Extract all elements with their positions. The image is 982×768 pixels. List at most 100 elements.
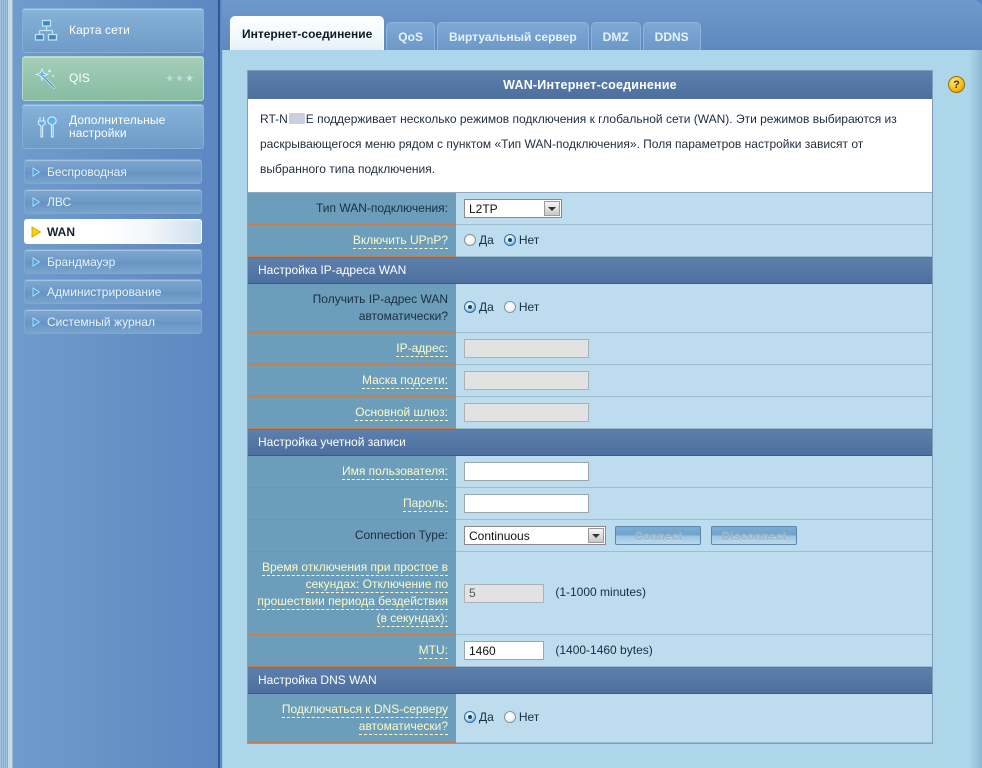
disconnect-button[interactable]: Disconnect	[710, 526, 798, 545]
section-header-row: Настройка DNS WAN	[248, 666, 932, 694]
wan-type-cell: L2TP	[456, 193, 932, 225]
default-gateway-label: Основной шлюз:	[248, 396, 456, 429]
password-cell	[456, 487, 932, 520]
tab-qos[interactable]: QoS	[386, 22, 435, 50]
tab-internet-connection[interactable]: Интернет-соединение	[230, 16, 385, 50]
table-row: MTU: (1400-1460 bytes)	[248, 634, 932, 667]
sidebar-item-wan[interactable]: WAN	[24, 219, 202, 244]
sidebar-item-administration[interactable]: Администрирование	[24, 279, 202, 304]
auto-ip-no-label: Нет	[518, 300, 540, 314]
ip-address-input[interactable]	[464, 339, 589, 358]
tab-strip: Интернет-соединение QoS Виртуальный серв…	[222, 0, 982, 50]
connection-type-select[interactable]: Continuous	[464, 526, 606, 545]
sidebar-item-label: Системный журнал	[47, 314, 155, 329]
tab-label: QoS	[398, 29, 423, 44]
chevron-right-icon	[25, 166, 47, 177]
table-row: Имя пользователя:	[248, 455, 932, 488]
table-row: Пароль:	[248, 487, 932, 520]
tab-ddns[interactable]: DDNS	[642, 22, 701, 50]
sidebar-subnav: Беспроводная ЛВС WAN Брандмауэр Админист…	[22, 159, 204, 334]
default-gateway-input[interactable]	[464, 403, 589, 422]
password-input[interactable]	[464, 494, 589, 513]
idle-timeout-label-text: Время отключения при простое в секундах:…	[257, 560, 448, 627]
chevron-right-icon	[25, 225, 47, 238]
sidebar-item-firewall[interactable]: Брандмауэр	[24, 249, 202, 274]
tab-label: DMZ	[602, 29, 629, 44]
connection-type-cell: Continuous Connect Disconnect	[456, 519, 932, 552]
sidebar-item-wireless[interactable]: Беспроводная	[24, 159, 202, 184]
auto-dns-label-text: Подключаться к DNS-серверу автоматически…	[281, 702, 448, 735]
idle-timeout-input[interactable]	[464, 583, 544, 603]
password-label: Пароль:	[248, 487, 456, 520]
mtu-input[interactable]	[464, 641, 544, 660]
sidebar-item-advanced-settings[interactable]: Дополнительные настройки	[22, 104, 204, 149]
sidebar-item-label: QIS	[69, 71, 90, 85]
window-left-edge	[0, 0, 8, 768]
table-row: Получить IP-адрес WAN автоматически? Да …	[248, 283, 932, 333]
router-admin-page: Карта сети QIS ★★★ Дополнительные настро…	[0, 0, 982, 768]
section-dns-label: Настройка DNS WAN	[248, 666, 932, 694]
auto-ip-cell: Да Нет	[456, 283, 932, 333]
tab-label: Интернет-соединение	[242, 26, 373, 41]
upnp-radio-no[interactable]: Нет	[503, 233, 539, 247]
help-icon[interactable]: ?	[948, 76, 965, 93]
auto-dns-no-label: Нет	[518, 710, 540, 724]
subnet-mask-label: Маска подсети:	[248, 364, 456, 397]
sidebar-item-label: Администрирование	[47, 284, 162, 299]
username-input[interactable]	[464, 462, 589, 481]
wan-type-select-wrap: L2TP	[464, 199, 562, 218]
tab-list: Интернет-соединение QoS Виртуальный серв…	[230, 16, 701, 50]
upnp-radio-yes[interactable]: Да	[464, 233, 494, 247]
table-row: Время отключения при простое в секундах:…	[248, 551, 932, 635]
connect-button[interactable]: Connect	[615, 526, 702, 545]
section-account-label: Настройка учетной записи	[248, 428, 932, 456]
wan-settings-form: Тип WAN-подключения: L2TP Включить UPnP?…	[248, 193, 932, 743]
auto-ip-radio-yes[interactable]: Да	[464, 300, 494, 314]
sidebar-item-network-map[interactable]: Карта сети	[22, 8, 204, 53]
wan-settings-card: WAN-Интернет-соединение RT-N E поддержива…	[247, 70, 933, 744]
subnet-mask-input[interactable]	[464, 371, 589, 390]
connection-type-select-wrap: Continuous	[464, 526, 606, 545]
mtu-label-text: MTU:	[418, 643, 448, 659]
sidebar-item-label: Беспроводная	[47, 164, 127, 179]
sidebar-item-qis[interactable]: QIS ★★★	[22, 56, 204, 101]
sidebar-item-label: Брандмауэр	[47, 254, 116, 269]
idle-timeout-cell: (1-1000 minutes)	[456, 551, 932, 635]
card-description-model-prefix: RT-N	[260, 112, 288, 126]
sidebar-item-lan[interactable]: ЛВС	[24, 189, 202, 214]
magic-wand-icon	[23, 66, 69, 92]
mtu-cell: (1400-1460 bytes)	[456, 634, 932, 667]
mtu-label: MTU:	[248, 634, 456, 667]
sidebar-item-label: ЛВС	[47, 194, 72, 209]
default-gateway-cell	[456, 396, 932, 429]
auto-ip-radio-no[interactable]: Нет	[503, 300, 540, 314]
chevron-right-icon	[25, 196, 47, 207]
content-panel: ? WAN-Интернет-соединение RT-N E поддержи…	[222, 50, 982, 768]
section-header-row: Настройка учетной записи	[248, 428, 932, 456]
upnp-yes-label: Да	[479, 232, 494, 247]
sidebar-item-system-log[interactable]: Системный журнал	[24, 309, 202, 334]
auto-dns-yes-label: Да	[479, 710, 494, 724]
auto-ip-radio-group: Да Нет	[464, 300, 539, 314]
ip-address-label-text: IP-адрес:	[396, 341, 448, 357]
tab-label: Виртуальный сервер	[448, 29, 577, 44]
card-title: WAN-Интернет-соединение	[248, 71, 932, 99]
auto-dns-radio-no[interactable]: Нет	[503, 710, 540, 724]
redacted-model-text	[288, 113, 305, 124]
table-row: Connection Type: Continuous Connect Disc…	[248, 519, 932, 552]
auto-dns-radio-yes[interactable]: Да	[464, 710, 494, 724]
password-label-text: Пароль:	[403, 496, 448, 512]
wan-type-select[interactable]: L2TP	[464, 199, 562, 218]
upnp-label: Включить UPnP?	[248, 224, 456, 257]
table-row: Маска подсети:	[248, 364, 932, 397]
radio-icon-selected	[464, 711, 476, 723]
tab-virtual-server[interactable]: Виртуальный сервер	[436, 22, 589, 50]
table-row: Тип WAN-подключения: L2TP	[248, 193, 932, 225]
upnp-label-text: Включить UPnP?	[352, 233, 448, 249]
upnp-cell: Да Нет	[456, 224, 932, 257]
sidebar: Карта сети QIS ★★★ Дополнительные настро…	[8, 0, 220, 768]
tab-dmz[interactable]: DMZ	[590, 22, 641, 50]
chevron-right-icon	[25, 316, 47, 327]
tools-icon	[23, 114, 69, 140]
radio-icon	[464, 233, 476, 246]
